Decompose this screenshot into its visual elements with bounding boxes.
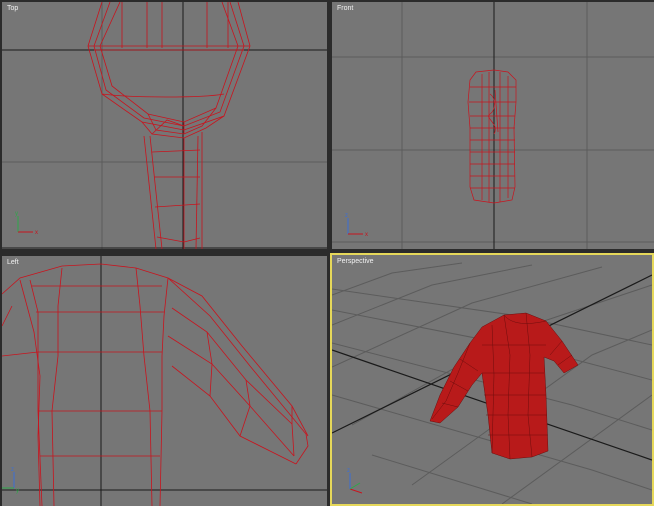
left-wireframe-mesh [2, 263, 309, 506]
svg-text:z: z [11, 467, 14, 473]
viewport-top[interactable]: Top y x [2, 2, 327, 249]
viewport-left[interactable]: Left z y [2, 256, 327, 506]
top-wireframe-mesh [87, 2, 251, 249]
viewport-front[interactable]: Front z x [332, 2, 654, 249]
top-view-canvas: y x [2, 2, 327, 249]
svg-text:z: z [347, 468, 350, 474]
svg-text:x: x [365, 232, 368, 238]
svg-text:y: y [15, 211, 18, 217]
perspective-shaded-shirt-mesh [429, 312, 579, 460]
axis-tripod-top: y x [15, 211, 38, 236]
viewport-perspective[interactable]: Perspective z [330, 253, 654, 506]
left-view-canvas: z y [2, 256, 327, 506]
svg-text:z: z [345, 213, 348, 219]
axis-tripod-front: z x [345, 213, 368, 238]
front-view-canvas: z x [332, 2, 654, 249]
svg-text:x: x [35, 230, 38, 236]
axis-tripod-perspective: z [347, 468, 363, 494]
svg-text:y: y [16, 488, 19, 494]
perspective-view-canvas: z [332, 262, 652, 504]
front-wireframe-mesh [467, 69, 517, 204]
